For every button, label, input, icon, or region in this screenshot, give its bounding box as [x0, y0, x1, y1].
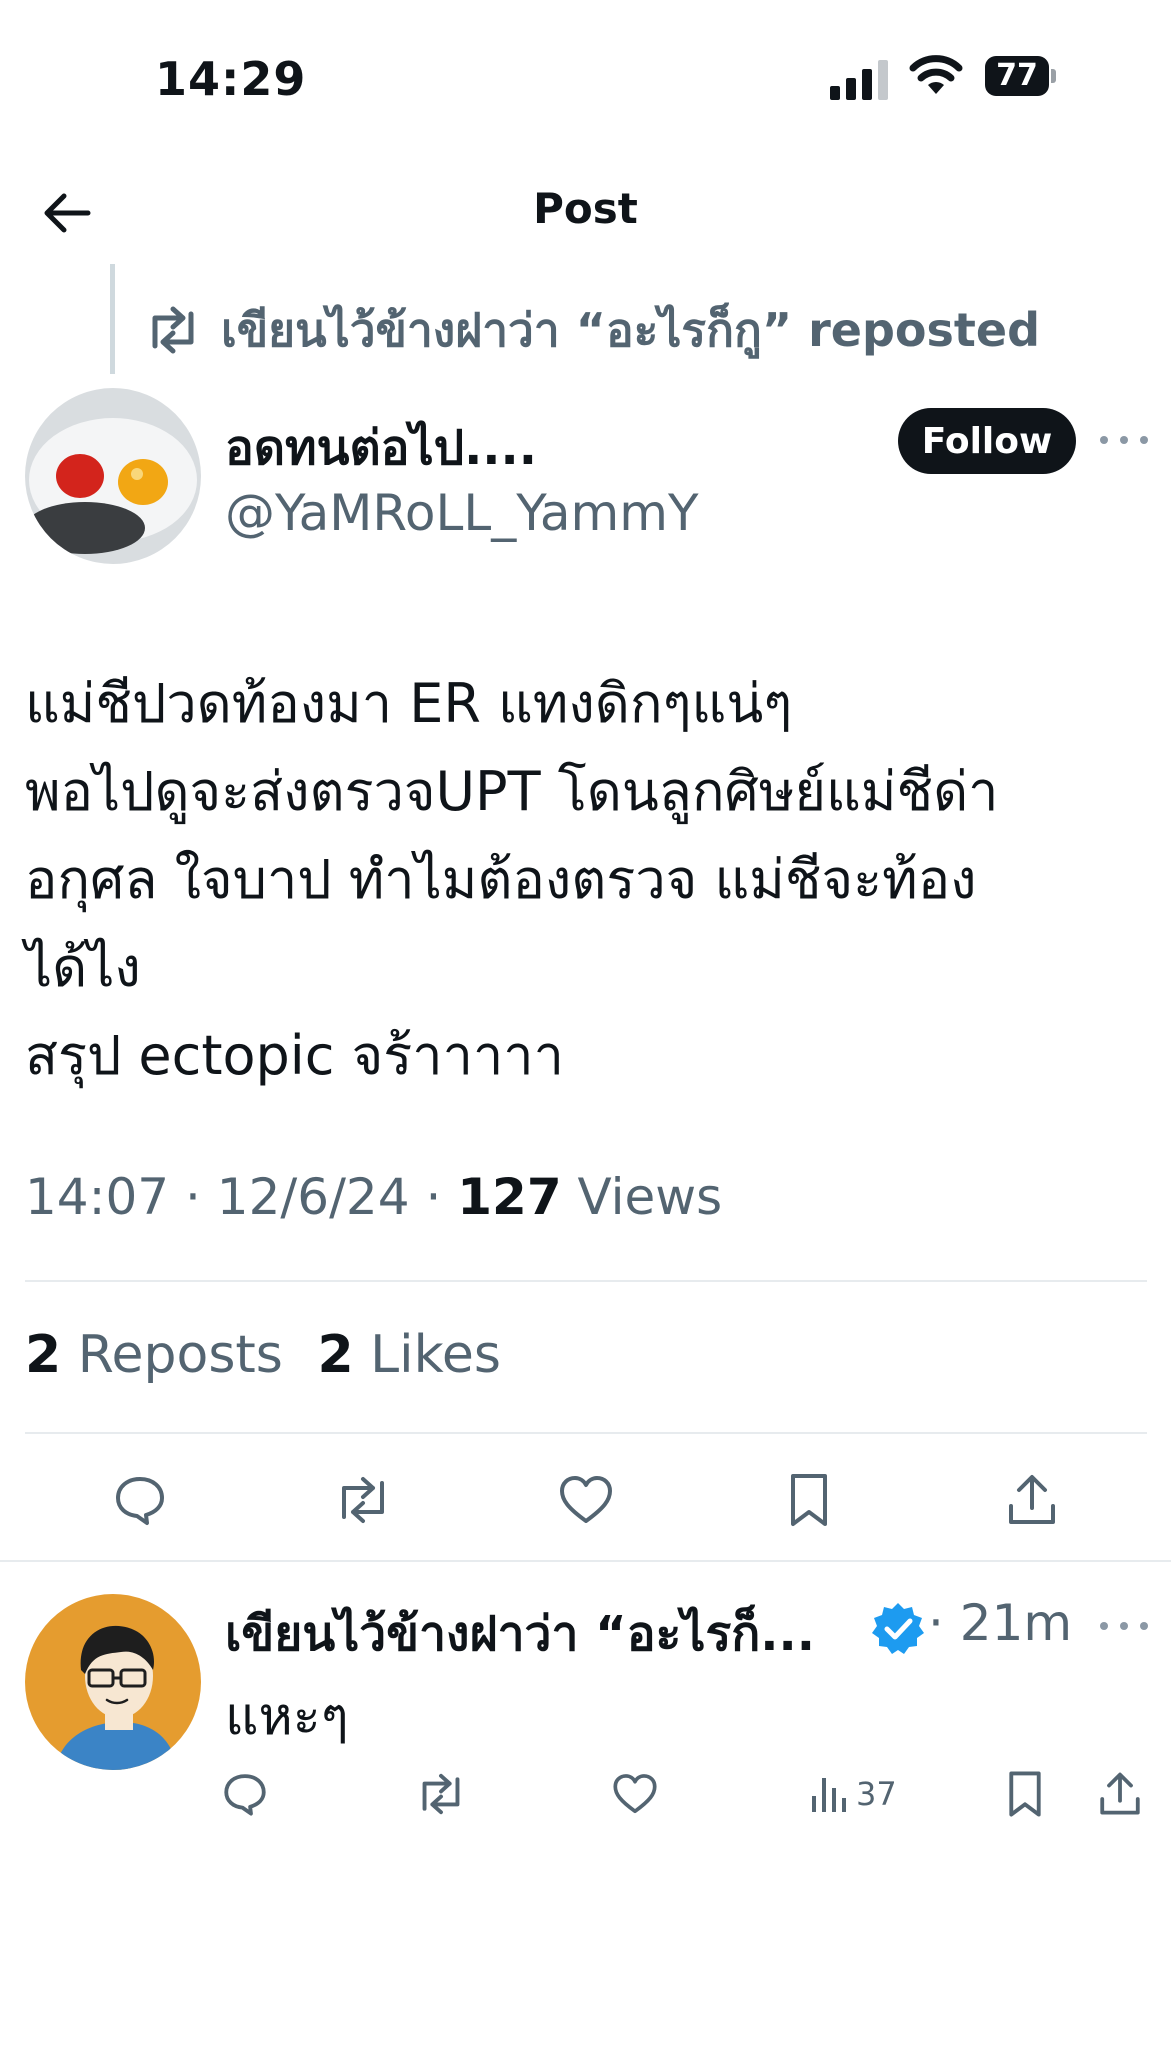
- repost-icon: [422, 1773, 460, 1815]
- more-options-icon[interactable]: [1100, 430, 1148, 450]
- post-text-line: สรุป ectopic จร้าาาาา: [25, 1024, 564, 1087]
- share-icon: [1100, 1772, 1140, 1815]
- reply-reply-button[interactable]: [222, 1766, 268, 1822]
- reposts-label: Reposts: [77, 1325, 283, 1385]
- post-text-line: พอไปดูจะส่งตรวจUPT โดนลูกศิษย์แม่ชีด่า: [25, 760, 999, 823]
- share-button[interactable]: [1002, 1470, 1062, 1530]
- follow-button[interactable]: Follow: [898, 408, 1076, 474]
- thread-line: [110, 264, 115, 374]
- reposts-stat[interactable]: 2 Reposts: [25, 1325, 283, 1385]
- status-bar: 14:29 77: [0, 0, 1171, 160]
- cartoon-avatar-image: [25, 1594, 201, 1770]
- repost-icon: [342, 1477, 384, 1523]
- page-title: Post: [533, 184, 638, 233]
- likes-stat[interactable]: 2 Likes: [317, 1325, 500, 1385]
- reply-more-options-icon[interactable]: [1100, 1616, 1148, 1636]
- heart-icon: [560, 1476, 612, 1523]
- reply-time: · 21m: [928, 1594, 1073, 1652]
- repost-banner[interactable]: เขียนไว้ข้างฝาว่า “อะไรก็กู” reposted: [145, 300, 1040, 360]
- likes-label: Likes: [370, 1325, 501, 1385]
- reply-repost-button[interactable]: [415, 1766, 467, 1822]
- heart-icon: [613, 1774, 657, 1814]
- reply-timestamp: 21m: [959, 1594, 1073, 1652]
- repost-button[interactable]: [333, 1470, 393, 1530]
- cellular-signal-icon: [830, 60, 888, 100]
- fried-egg-avatar-image: [25, 388, 201, 564]
- reply-icon: [116, 1477, 164, 1525]
- reply-share-button[interactable]: [1098, 1766, 1142, 1822]
- verified-badge-icon: [872, 1603, 924, 1654]
- bookmark-icon: [791, 1474, 827, 1526]
- post-metadata: 14:07 · 12/6/24 · 127 Views: [25, 1168, 723, 1226]
- divider: [0, 1560, 1171, 1562]
- reply-bookmark-button[interactable]: [1006, 1766, 1044, 1822]
- post-text-line: แม่ชีปวดท้องมา ER แทงดิกๆแน่ๆ: [25, 672, 793, 735]
- reposts-count: 2: [25, 1325, 62, 1385]
- post-text: แม่ชีปวดท้องมา ER แทงดิกๆแน่ๆ พอไปดูจะส่…: [25, 660, 1155, 1100]
- avatar[interactable]: [25, 388, 201, 564]
- reply-author-name[interactable]: เขียนไว้ข้างฝาว่า “อะไรก็...: [225, 1596, 815, 1672]
- author-handle[interactable]: @YaMRoLL_YammY: [225, 484, 699, 542]
- reply-like-button[interactable]: [612, 1766, 658, 1822]
- repost-banner-text: เขียนไว้ข้างฝาว่า “อะไรก็กู” reposted: [221, 302, 1040, 357]
- views-label[interactable]: Views: [578, 1168, 723, 1226]
- divider: [25, 1432, 1147, 1434]
- like-button[interactable]: [556, 1470, 616, 1530]
- reply-button[interactable]: [110, 1470, 170, 1530]
- views-count: 127: [457, 1168, 562, 1226]
- wifi-icon: [909, 55, 963, 94]
- analytics-bar-icon: [812, 1778, 846, 1812]
- post-action-bar: [0, 1470, 1171, 1540]
- reply-icon: [224, 1774, 266, 1816]
- likes-count: 2: [317, 1325, 354, 1385]
- header: Post: [0, 160, 1171, 270]
- bookmark-button[interactable]: [779, 1470, 839, 1530]
- reply-avatar[interactable]: [25, 1594, 201, 1770]
- reply-views-count: 37: [856, 1775, 897, 1813]
- post-date: 12/6/24: [216, 1168, 410, 1226]
- status-time: 14:29: [155, 52, 307, 106]
- reply-views-button[interactable]: 37: [810, 1766, 897, 1822]
- battery-icon: 77: [985, 56, 1057, 96]
- bookmark-icon: [1009, 1771, 1041, 1817]
- repost-icon: [152, 306, 194, 354]
- engagement-stats: 2 Reposts 2 Likes: [25, 1325, 501, 1385]
- share-icon: [1009, 1475, 1055, 1524]
- post-text-line: ได้ไง: [25, 936, 141, 999]
- author-name[interactable]: อดทนต่อไป....: [225, 410, 537, 486]
- battery-level: 77: [985, 56, 1049, 96]
- divider: [25, 1280, 1147, 1282]
- post-time: 14:07: [25, 1168, 170, 1226]
- reply-action-bar: 37: [0, 1766, 1171, 1826]
- post-text-line: อกุศล ใจบาป ทำไมต้องตรวจ แม่ชีจะท้อง: [25, 848, 977, 911]
- reply-text: แหะๆ: [225, 1687, 349, 1747]
